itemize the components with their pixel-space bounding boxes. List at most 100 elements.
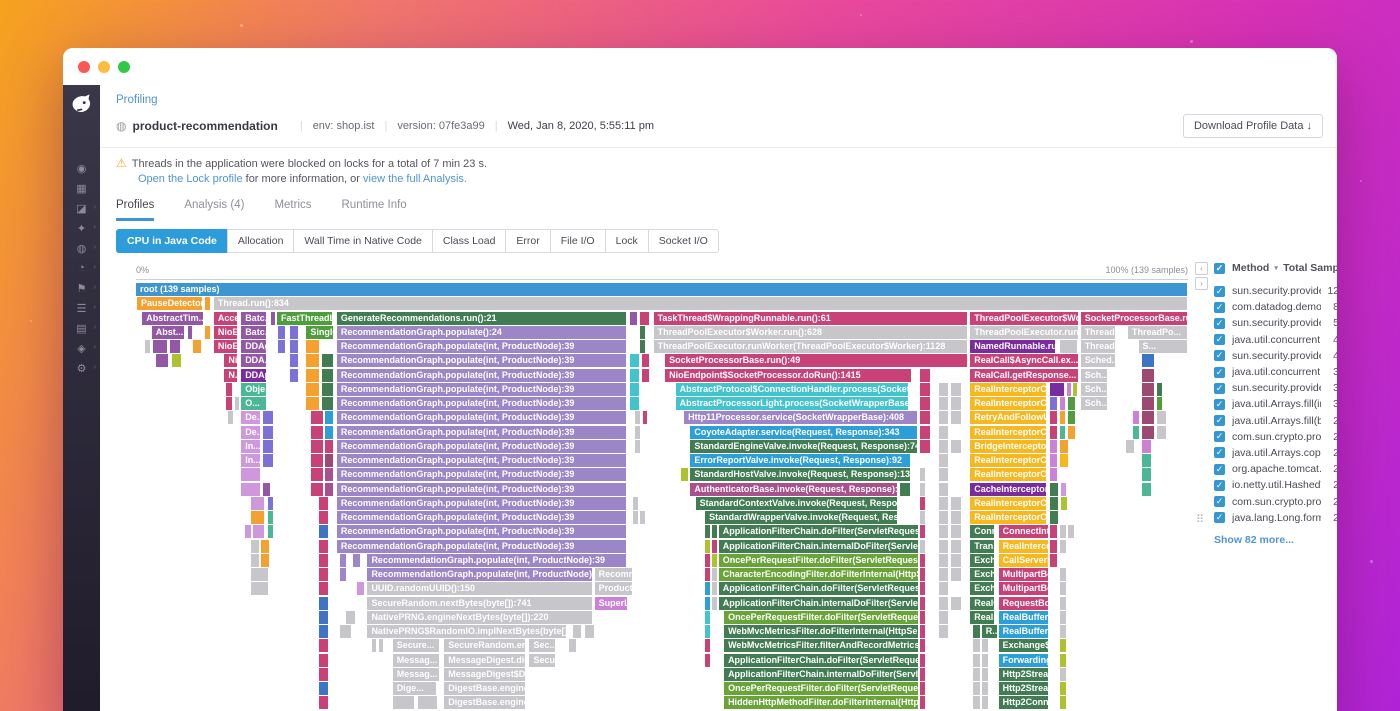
flame-frame[interactable] [290, 369, 299, 382]
flame-frame[interactable]: De... [241, 426, 261, 439]
flame-frame[interactable] [251, 511, 266, 524]
flame-frame[interactable]: RecommendationGraph.populate(int, Produc… [337, 468, 627, 481]
flame-frame[interactable] [1133, 426, 1139, 439]
flame-frame[interactable]: RecommendationGraph.populate(int, Produc… [367, 554, 627, 567]
flame-frame[interactable] [251, 497, 266, 510]
flame-frame[interactable] [1060, 611, 1067, 624]
flame-frame[interactable] [712, 540, 717, 553]
flame-frame[interactable]: DigestBase.engineDig... [444, 682, 526, 695]
minimize-window-button[interactable] [98, 61, 110, 73]
flame-frame[interactable] [973, 682, 980, 695]
collapse-panel-right-button[interactable]: › [1195, 277, 1208, 290]
flame-frame[interactable]: OncePerRequestFilter.doFilter(ServletReq… [724, 611, 919, 624]
flame-frame[interactable]: Thread.run():834 [214, 297, 1188, 310]
flame-frame[interactable]: Recommen... [595, 568, 633, 581]
flame-frame[interactable] [951, 511, 962, 524]
flame-frame[interactable] [319, 511, 328, 524]
flame-frame[interactable] [1050, 468, 1057, 481]
flame-frame[interactable]: N... [224, 369, 238, 382]
flame-frame[interactable]: TaskThread$WrappingRunnable.run():61 [654, 312, 969, 325]
flame-frame[interactable]: In... [241, 454, 261, 467]
flame-frame[interactable]: RealInterceptorChain.... [970, 511, 1047, 524]
flame-frame[interactable]: Sch... [1081, 397, 1108, 410]
flame-frame[interactable] [920, 696, 926, 709]
flame-frame[interactable] [235, 397, 240, 410]
flame-frame[interactable] [705, 568, 711, 581]
flame-frame[interactable]: Sch... [1081, 383, 1108, 396]
flame-frame[interactable]: RealInterceptorChain... [970, 383, 1047, 396]
flame-frame[interactable]: MultipartBo... [999, 582, 1049, 595]
flame-frame[interactable] [353, 554, 361, 567]
method-row[interactable]: ✓java.util.Arrays.fill(int[], i...3 [1214, 396, 1337, 412]
flame-frame[interactable] [319, 540, 328, 553]
flame-frame[interactable] [569, 639, 576, 652]
flame-frame[interactable]: Single... [306, 326, 333, 339]
flame-frame[interactable] [642, 354, 650, 367]
profile-type-socket-i-o[interactable]: Socket I/O [648, 229, 719, 253]
flame-frame[interactable] [268, 497, 274, 510]
flame-frame[interactable] [263, 483, 270, 496]
flame-frame[interactable] [982, 668, 989, 681]
flame-frame[interactable] [920, 426, 932, 439]
flame-frame[interactable]: ThreadPoolExecutor.runWorker... [970, 326, 1078, 339]
flame-frame[interactable] [357, 582, 365, 595]
flame-frame[interactable]: ApplicationFilterChain.internalDoFilter(… [724, 668, 919, 681]
flame-frame[interactable]: O... [241, 397, 267, 410]
flame-frame[interactable]: Excha... [970, 582, 995, 595]
flame-frame[interactable]: ApplicationFilterChain.internalDoFilter(… [719, 597, 919, 610]
flame-frame[interactable] [1050, 525, 1057, 538]
flame-frame[interactable]: Acce... [214, 312, 238, 325]
flame-frame[interactable] [705, 597, 711, 610]
flame-frame[interactable] [319, 525, 328, 538]
flame-frame[interactable]: NamedRunnable.run():32 [970, 340, 1056, 353]
flame-frame[interactable] [311, 426, 325, 439]
flame-frame[interactable] [172, 354, 183, 367]
flame-frame[interactable] [205, 326, 210, 339]
method-checkbox[interactable]: ✓ [1214, 350, 1225, 361]
flame-frame[interactable] [245, 525, 251, 538]
flame-frame[interactable]: R... [982, 625, 998, 638]
flame-frame[interactable] [920, 369, 932, 382]
watchdog-icon[interactable]: ◉ [63, 158, 100, 178]
flame-frame[interactable] [1060, 426, 1066, 439]
method-row[interactable]: ✓sun.security.provider.Se...4 [1214, 348, 1337, 364]
flame-frame[interactable]: Sec... [529, 639, 555, 652]
tab-profiles[interactable]: Profiles [116, 199, 154, 221]
flame-frame[interactable]: ErrorReportValve.invoke(Request, Respons… [690, 454, 911, 467]
method-checkbox[interactable]: ✓ [1214, 512, 1225, 523]
flame-frame[interactable]: Secu... [529, 654, 555, 667]
method-checkbox[interactable]: ✓ [1214, 367, 1225, 378]
flame-frame[interactable] [939, 383, 950, 396]
flame-frame[interactable] [319, 639, 328, 652]
method-row[interactable]: ✓com.sun.crypto.provide...2 [1214, 429, 1337, 445]
flame-frame[interactable] [635, 411, 641, 424]
flame-frame[interactable]: root (139 samples) [136, 283, 1188, 296]
settings-icon[interactable]: ⚙› [63, 358, 100, 378]
flame-frame[interactable] [712, 597, 717, 610]
profile-type-lock[interactable]: Lock [605, 229, 649, 253]
flame-frame[interactable] [1050, 511, 1058, 524]
flame-frame[interactable] [939, 554, 950, 567]
flame-frame[interactable] [319, 554, 328, 567]
flame-frame[interactable] [346, 611, 355, 624]
method-checkbox[interactable]: ✓ [1214, 496, 1225, 507]
flame-frame[interactable]: RecommendationGraph.populate(int, Produc… [337, 383, 627, 396]
flame-frame[interactable] [290, 326, 299, 339]
flame-frame[interactable] [973, 639, 980, 652]
flame-frame[interactable]: S... [1139, 340, 1188, 353]
flame-frame[interactable]: UUID.randomUUID():150 [367, 582, 592, 595]
flame-frame[interactable]: ApplicationFilterChain.doFilter(ServletR… [724, 654, 919, 667]
flame-frame[interactable] [951, 597, 962, 610]
flame-frame[interactable] [630, 383, 639, 396]
flame-frame[interactable] [306, 383, 320, 396]
flame-frame[interactable] [920, 411, 932, 424]
flame-frame[interactable]: Exch... [970, 568, 995, 581]
synthetics-icon[interactable]: ⚑› [63, 278, 100, 298]
flame-frame[interactable]: Messag... [393, 668, 440, 681]
flame-frame[interactable] [920, 497, 926, 510]
flame-frame[interactable] [630, 354, 639, 367]
processes-icon[interactable]: ☰› [63, 298, 100, 318]
flame-frame[interactable] [325, 468, 333, 481]
method-row[interactable]: ✓sun.security.provider.S...12 [1214, 283, 1337, 299]
view-full-analysis-link[interactable]: view the full Analysis. [363, 173, 467, 185]
